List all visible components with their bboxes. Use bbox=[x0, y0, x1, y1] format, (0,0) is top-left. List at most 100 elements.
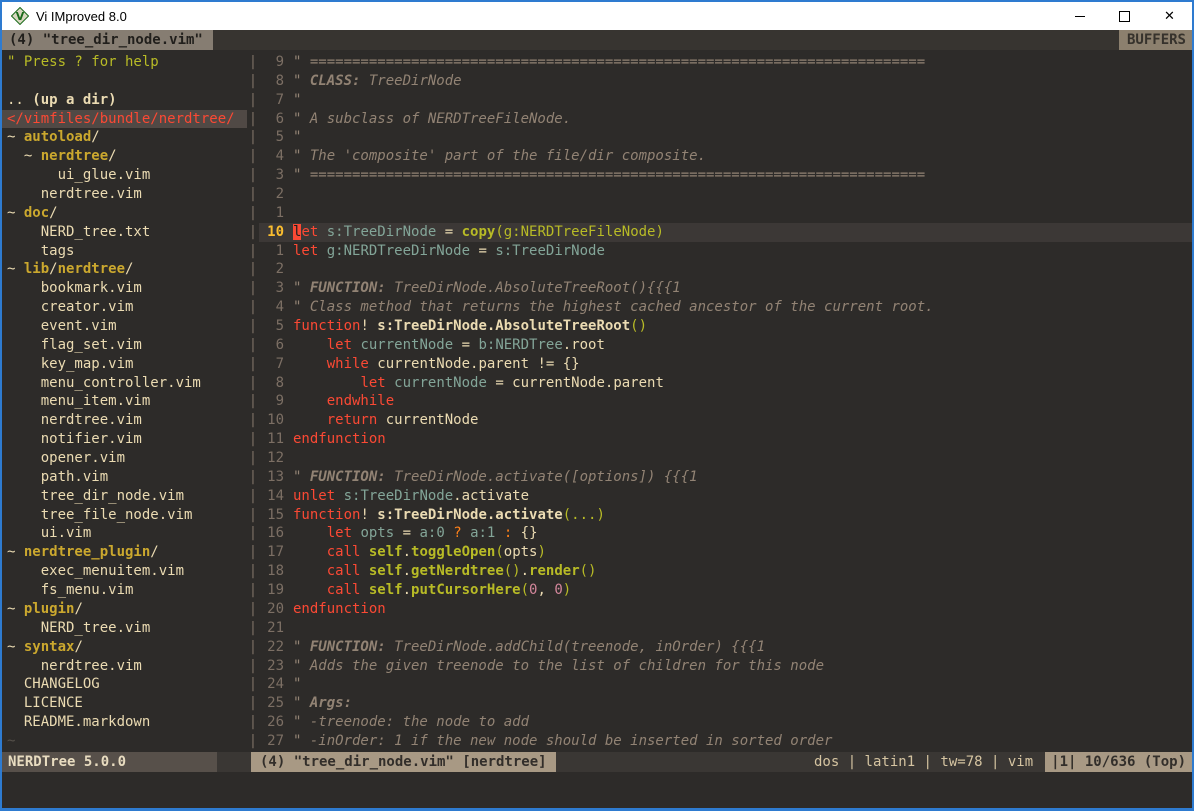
editor-line[interactable]: 23" Adds the given treenode to the list … bbox=[259, 657, 1192, 676]
tree-item-text: ~ bbox=[7, 544, 24, 560]
tree-item[interactable]: fs_menu.vim bbox=[2, 581, 247, 600]
tree-item[interactable]: key_map.vim bbox=[2, 355, 247, 374]
editor-line[interactable]: 2 bbox=[259, 185, 1192, 204]
tree-item[interactable]: ~ bbox=[2, 732, 247, 751]
tree-item[interactable]: event.vim bbox=[2, 317, 247, 336]
code-token bbox=[293, 412, 327, 428]
tree-item[interactable]: ~ doc/ bbox=[2, 204, 247, 223]
tree-item[interactable]: path.vim bbox=[2, 468, 247, 487]
tree-item[interactable]: nerdtree.vim bbox=[2, 185, 247, 204]
editor-line[interactable]: 4" Class method that returns the highest… bbox=[259, 298, 1192, 317]
editor-line[interactable]: 6" A subclass of NERDTreeFileNode. bbox=[259, 110, 1192, 129]
editor-line[interactable]: 2 bbox=[259, 260, 1192, 279]
editor-line[interactable]: 27" -inOrder: 1 if the new node should b… bbox=[259, 732, 1192, 751]
tree-item[interactable]: notifier.vim bbox=[2, 430, 247, 449]
tree-item[interactable]: .. (up a dir) bbox=[2, 91, 247, 110]
editor-line[interactable]: 19 call self.putCursorHere(0, 0) bbox=[259, 581, 1192, 600]
code-token: FUNCTION: bbox=[310, 280, 386, 296]
editor-line[interactable]: 13" FUNCTION: TreeDirNode.activate([opti… bbox=[259, 468, 1192, 487]
tree-item[interactable]: menu_item.vim bbox=[2, 392, 247, 411]
tree-item[interactable]: ui.vim bbox=[2, 524, 247, 543]
code-token: , bbox=[537, 582, 554, 598]
editor-line[interactable]: 6 let currentNode = b:NERDTree.root bbox=[259, 336, 1192, 355]
editor-line[interactable]: 15function! s:TreeDirNode.activate(...) bbox=[259, 506, 1192, 525]
editor-line[interactable]: 20endfunction bbox=[259, 600, 1192, 619]
tree-item[interactable]: " Press ? for help bbox=[2, 53, 247, 72]
editor-line[interactable]: 12 bbox=[259, 449, 1192, 468]
editor-line[interactable]: 1 bbox=[259, 204, 1192, 223]
editor-line[interactable]: 1let g:NERDTreeDirNode = s:TreeDirNode bbox=[259, 242, 1192, 261]
tree-item[interactable]: ~ nerdtree/ bbox=[2, 147, 247, 166]
tree-item[interactable]: ui_glue.vim bbox=[2, 166, 247, 185]
tree-item[interactable]: NERD_tree.txt bbox=[2, 223, 247, 242]
tree-item[interactable]: tags bbox=[2, 242, 247, 261]
editor-line[interactable]: 22" FUNCTION: TreeDirNode.addChild(treen… bbox=[259, 638, 1192, 657]
editor-line[interactable]: 9" =====================================… bbox=[259, 53, 1192, 72]
tree-item-text: ~ bbox=[7, 205, 24, 221]
tree-item-text: syntax bbox=[24, 639, 75, 655]
editor-line[interactable]: 16 let opts = a:0 ? a:1 : {} bbox=[259, 524, 1192, 543]
editor-line[interactable]: 17 call self.toggleOpen(opts) bbox=[259, 543, 1192, 562]
tree-item-text: ~ bbox=[7, 601, 24, 617]
tree-item[interactable]: tree_dir_node.vim bbox=[2, 487, 247, 506]
tree-item[interactable]: nerdtree.vim bbox=[2, 657, 247, 676]
tree-item[interactable]: opener.vim bbox=[2, 449, 247, 468]
editor-line[interactable]: 21 bbox=[259, 619, 1192, 638]
editor-line[interactable]: 14unlet s:TreeDirNode.activate bbox=[259, 487, 1192, 506]
tree-item[interactable]: LICENCE bbox=[2, 694, 247, 713]
editor-line[interactable]: 10 return currentNode bbox=[259, 411, 1192, 430]
code-token: copy bbox=[462, 224, 496, 240]
code-token: a:0 bbox=[419, 525, 444, 541]
code-token: TreeDirNode.addChild(treenode, inOrder) … bbox=[386, 639, 765, 655]
editor-line[interactable]: 3" =====================================… bbox=[259, 166, 1192, 185]
code-token: = bbox=[453, 337, 478, 353]
line-number: 8 bbox=[259, 374, 284, 393]
editor-line[interactable]: 5" bbox=[259, 128, 1192, 147]
tree-item[interactable]: exec_menuitem.vim bbox=[2, 562, 247, 581]
code-token: call bbox=[327, 582, 361, 598]
separator-bar: | bbox=[247, 392, 259, 411]
tree-item[interactable]: ~ plugin/ bbox=[2, 600, 247, 619]
tree-item[interactable]: ~ nerdtree_plugin/ bbox=[2, 543, 247, 562]
tree-item[interactable]: ~ lib/nerdtree/ bbox=[2, 260, 247, 279]
separator-bar: | bbox=[247, 355, 259, 374]
close-button[interactable]: ✕ bbox=[1147, 2, 1192, 30]
tree-item[interactable]: creator.vim bbox=[2, 298, 247, 317]
tree-item-selected[interactable]: </vimfiles/bundle/nerdtree/ bbox=[2, 110, 247, 129]
editor-line[interactable]: 24" bbox=[259, 675, 1192, 694]
editor-line[interactable]: 7" bbox=[259, 91, 1192, 110]
editor-line[interactable]: 3" FUNCTION: TreeDirNode.AbsoluteTreeRoo… bbox=[259, 279, 1192, 298]
tree-item-text: </vimfiles/bundle/nerdtree/ bbox=[7, 111, 235, 127]
tree-item[interactable]: tree_file_node.vim bbox=[2, 506, 247, 525]
editor-line[interactable]: 8 let currentNode = currentNode.parent bbox=[259, 374, 1192, 393]
editor-line[interactable]: 26" -treenode: the node to add bbox=[259, 713, 1192, 732]
code-token: " -inOrder: 1 if the new node should be … bbox=[293, 733, 832, 749]
tree-item[interactable]: NERD_tree.vim bbox=[2, 619, 247, 638]
tree-item[interactable]: flag_set.vim bbox=[2, 336, 247, 355]
tab-bar: (4) "tree_dir_node.vim" BUFFERS bbox=[2, 30, 1192, 50]
code-token: (...) bbox=[563, 507, 605, 523]
editor-line[interactable]: 4" The 'composite' part of the file/dir … bbox=[259, 147, 1192, 166]
editor-line[interactable]: 11endfunction bbox=[259, 430, 1192, 449]
editor-line[interactable]: 9 endwhile bbox=[259, 392, 1192, 411]
code-token: = bbox=[394, 525, 419, 541]
editor-line[interactable]: 18 call self.getNerdtree().render() bbox=[259, 562, 1192, 581]
tree-item[interactable]: menu_controller.vim bbox=[2, 374, 247, 393]
editor-line-current[interactable]: 10let s:TreeDirNode = copy(g:NERDTreeFil… bbox=[259, 223, 1192, 242]
window-separator[interactable]: ||||||||||||||||||||||||||||||||||||| bbox=[247, 50, 259, 752]
editor-line[interactable]: 7 while currentNode.parent != {} bbox=[259, 355, 1192, 374]
editor-line[interactable]: 25" Args: bbox=[259, 694, 1192, 713]
tree-item[interactable]: bookmark.vim bbox=[2, 279, 247, 298]
minimize-button[interactable] bbox=[1057, 2, 1102, 30]
code-token: " Adds the given treenode to the list of… bbox=[293, 658, 824, 674]
tree-item[interactable]: ~ autoload/ bbox=[2, 128, 247, 147]
tab-active[interactable]: (4) "tree_dir_node.vim" bbox=[2, 30, 213, 50]
tree-item[interactable]: README.markdown bbox=[2, 713, 247, 732]
editor-line[interactable]: 5function! s:TreeDirNode.AbsoluteTreeRoo… bbox=[259, 317, 1192, 336]
tree-item[interactable]: nerdtree.vim bbox=[2, 411, 247, 430]
editor-line[interactable]: 8" CLASS: TreeDirNode bbox=[259, 72, 1192, 91]
tree-item[interactable]: CHANGELOG bbox=[2, 675, 247, 694]
maximize-button[interactable] bbox=[1102, 2, 1147, 30]
window-title: Vi IMproved 8.0 bbox=[36, 9, 1057, 24]
tree-item[interactable]: ~ syntax/ bbox=[2, 638, 247, 657]
